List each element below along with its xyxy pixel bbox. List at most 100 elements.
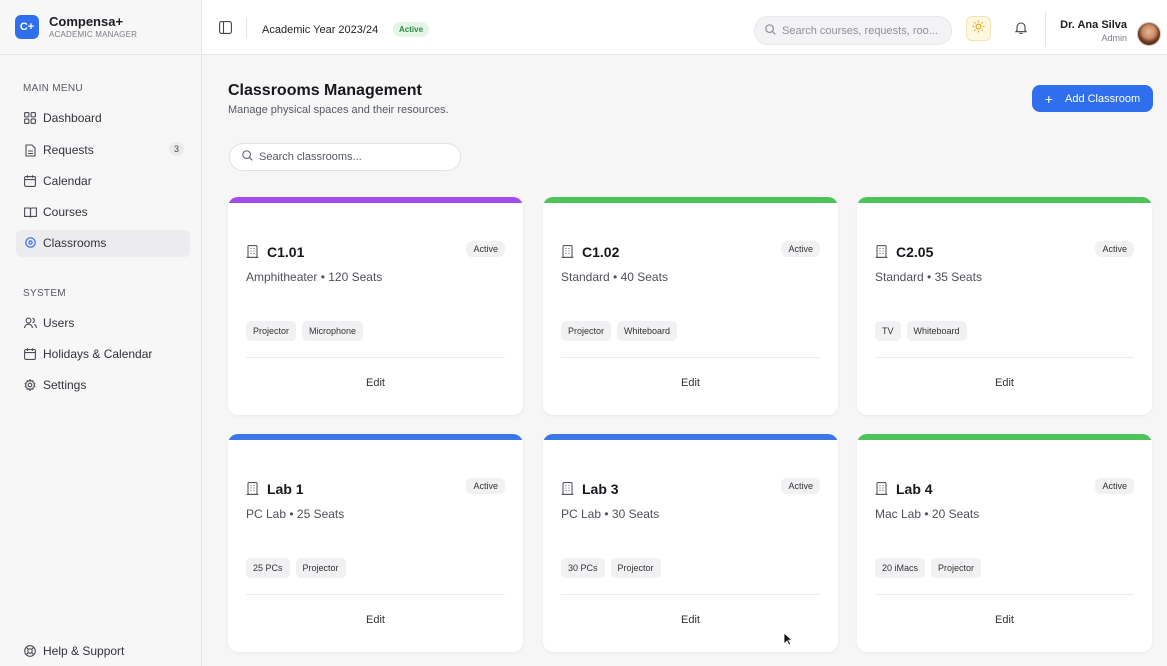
edit-button[interactable]: Edit (228, 377, 523, 389)
classroom-meta: Standard • 35 Seats (875, 270, 982, 284)
theme-toggle-button[interactable] (966, 16, 991, 41)
sun-icon (972, 20, 985, 38)
resource-tag: Microphone (302, 321, 364, 341)
classroom-card[interactable]: Lab 4 Active Mac Lab • 20 Seats 20 iMacs Pro… (857, 434, 1152, 652)
classroom-name: Lab 1 (267, 481, 304, 497)
status-badge: Active (781, 241, 820, 257)
classroom-meta: PC Lab • 30 Seats (561, 507, 660, 521)
edit-button[interactable]: Edit (543, 614, 838, 626)
building-icon (561, 245, 575, 259)
classroom-card[interactable]: Lab 3 Active PC Lab • 30 Seats 30 PCs Projec… (543, 434, 838, 652)
requests-count-badge: 3 (168, 142, 184, 156)
user-name[interactable]: Dr. Ana Silva (1060, 19, 1127, 31)
calendar-icon (23, 347, 37, 361)
classroom-card[interactable]: C2.05 Active Standard • 35 Seats TV Whiteboa… (857, 197, 1152, 415)
sidebar-toggle-icon[interactable] (219, 21, 233, 35)
edit-button[interactable]: Edit (228, 614, 523, 626)
card-title: Lab 3 (561, 481, 619, 497)
resource-tags: 20 iMacs Projector (875, 558, 982, 578)
card-color-bar (857, 434, 1152, 440)
card-title: C1.01 (246, 244, 304, 260)
sidebar-item-label: Calendar (43, 174, 92, 188)
add-classroom-button[interactable]: + Add Classroom (1032, 85, 1153, 112)
card-color-bar (228, 197, 523, 203)
sidebar-item-dashboard[interactable]: Dashboard (16, 105, 190, 131)
classroom-card[interactable]: C1.01 Active Amphitheater • 120 Seats Proje… (228, 197, 523, 415)
global-search[interactable] (754, 16, 952, 45)
document-icon (23, 143, 37, 157)
sidebar-item-label: Users (43, 316, 75, 330)
add-classroom-label: Add Classroom (1064, 92, 1141, 105)
edit-button[interactable]: Edit (857, 377, 1152, 389)
help-support-link[interactable]: Help & Support (16, 638, 190, 664)
building-icon (875, 482, 889, 496)
sidebar-item-courses[interactable]: Courses (16, 199, 190, 225)
card-divider (561, 594, 820, 595)
resource-tag: Projector (295, 558, 346, 578)
card-title: Lab 1 (246, 481, 304, 497)
lifebuoy-icon (23, 644, 37, 658)
classroom-name: C2.05 (896, 244, 934, 260)
sidebar-item-requests[interactable]: Requests 3 (16, 137, 190, 163)
academic-year: Academic Year 2023/24 (262, 24, 379, 36)
classroom-name: Lab 3 (582, 481, 619, 497)
brand[interactable]: C+ Compensa+ ACADEMIC MANAGER (0, 0, 201, 55)
card-title: C1.02 (561, 244, 619, 260)
search-icon (765, 23, 776, 38)
sidebar: C+ Compensa+ ACADEMIC MANAGER MAIN MENU … (0, 0, 202, 666)
sidebar-item-classrooms[interactable]: Classrooms (16, 230, 190, 256)
user-role: Admin (1101, 33, 1127, 43)
classroom-search[interactable] (229, 143, 461, 171)
sidebar-item-label: Settings (43, 378, 87, 392)
classroom-name: Lab 4 (896, 481, 933, 497)
card-color-bar (543, 434, 838, 440)
global-search-input[interactable] (782, 24, 942, 37)
status-badge: Active (1095, 478, 1134, 494)
resource-tag: Whiteboard (906, 321, 967, 341)
page-title: Classrooms Management (228, 82, 422, 99)
resource-tags: 25 PCs Projector (246, 558, 346, 578)
classroom-search-input[interactable] (259, 151, 449, 163)
classroom-name: C1.01 (267, 244, 305, 260)
building-icon (246, 245, 260, 259)
building-icon (246, 482, 260, 496)
notifications-bell-icon[interactable] (1014, 21, 1029, 35)
sidebar-item-calendar[interactable]: Calendar (16, 168, 190, 194)
main-menu-title: MAIN MENU (23, 83, 83, 94)
classroom-meta: Mac Lab • 20 Seats (875, 507, 980, 521)
book-icon (23, 205, 37, 219)
resource-tag: TV (875, 321, 901, 341)
plus-icon: + (1044, 90, 1053, 107)
sidebar-item-settings[interactable]: Settings (16, 372, 190, 398)
card-color-bar (228, 434, 523, 440)
card-divider (875, 357, 1134, 358)
classroom-meta: Standard • 40 Seats (561, 270, 668, 284)
location-pin-icon (23, 236, 37, 250)
top-header: Academic Year 2023/24 Active Dr. Ana Sil… (202, 0, 1167, 55)
edit-button[interactable]: Edit (857, 614, 1152, 626)
brand-logo: C+ (15, 15, 39, 39)
header-divider (246, 18, 247, 38)
resource-tag: Projector (610, 558, 661, 578)
status-badge: Active (466, 241, 505, 257)
sidebar-item-holidays[interactable]: Holidays & Calendar (16, 341, 190, 367)
status-badge: Active (1095, 241, 1134, 257)
system-title: SYSTEM (23, 288, 66, 299)
classroom-name: C1.02 (582, 244, 620, 260)
edit-button[interactable]: Edit (543, 377, 838, 389)
resource-tag: Projector (246, 321, 297, 341)
resource-tag: Projector (561, 321, 612, 341)
card-color-bar (543, 197, 838, 203)
users-icon (23, 316, 37, 330)
avatar[interactable] (1137, 22, 1161, 46)
card-title: C2.05 (875, 244, 933, 260)
classroom-card[interactable]: Lab 1 Active PC Lab • 25 Seats 25 PCs Projec… (228, 434, 523, 652)
page-subtitle: Manage physical spaces and their resourc… (228, 104, 449, 116)
brand-subtitle: ACADEMIC MANAGER (49, 30, 138, 39)
building-icon (561, 482, 575, 496)
sidebar-item-users[interactable]: Users (16, 310, 190, 336)
classroom-card[interactable]: C1.02 Active Standard • 40 Seats Projector W… (543, 197, 838, 415)
classroom-meta: PC Lab • 25 Seats (246, 507, 345, 521)
card-divider (561, 357, 820, 358)
sidebar-item-label: Classrooms (43, 236, 107, 250)
